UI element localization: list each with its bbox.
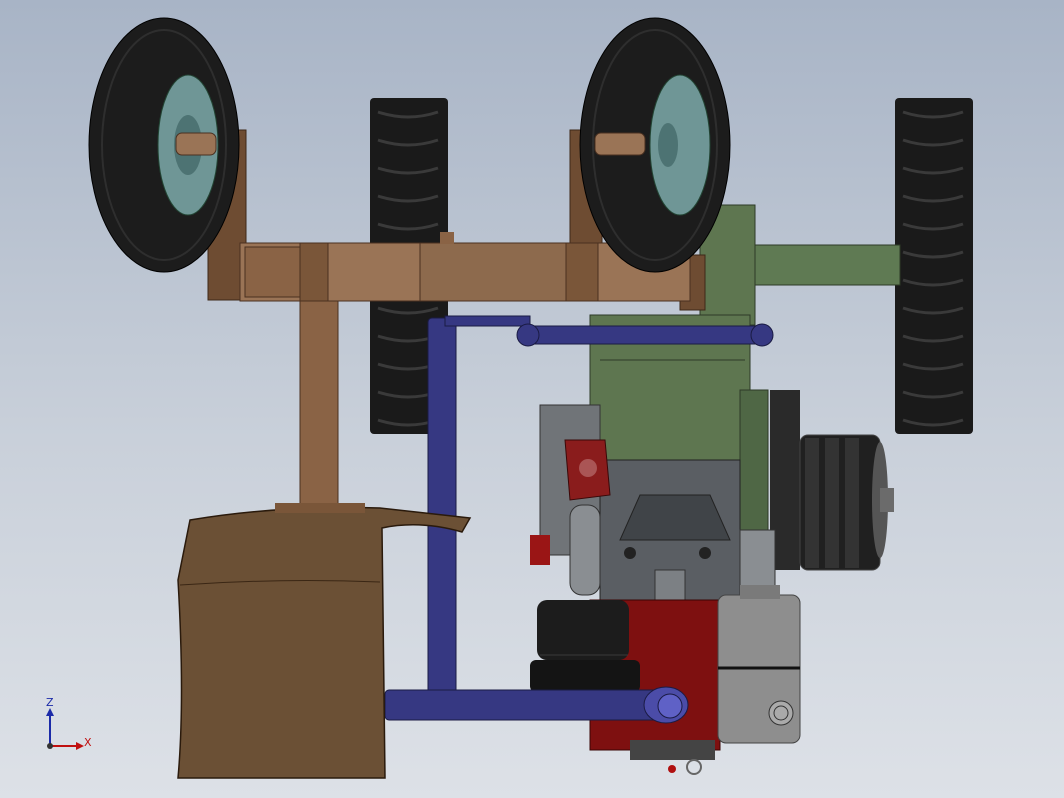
- tractor-3d-model[interactable]: [0, 0, 1064, 798]
- air-cleaner[interactable]: [530, 600, 640, 692]
- plough-blade[interactable]: [177, 503, 472, 779]
- x-axis-label: X: [84, 736, 92, 749]
- belt-pulley[interactable]: [770, 390, 894, 571]
- axis-triad: Z X: [40, 696, 100, 758]
- cad-viewport[interactable]: Z X: [0, 0, 1064, 798]
- z-axis-label: Z: [46, 696, 54, 709]
- right-tread-tire[interactable]: [895, 98, 973, 434]
- oil-filter[interactable]: [717, 585, 801, 744]
- front-left-wheel[interactable]: [88, 17, 240, 273]
- front-right-wheel[interactable]: [579, 17, 731, 273]
- axle-shaft[interactable]: [754, 244, 901, 286]
